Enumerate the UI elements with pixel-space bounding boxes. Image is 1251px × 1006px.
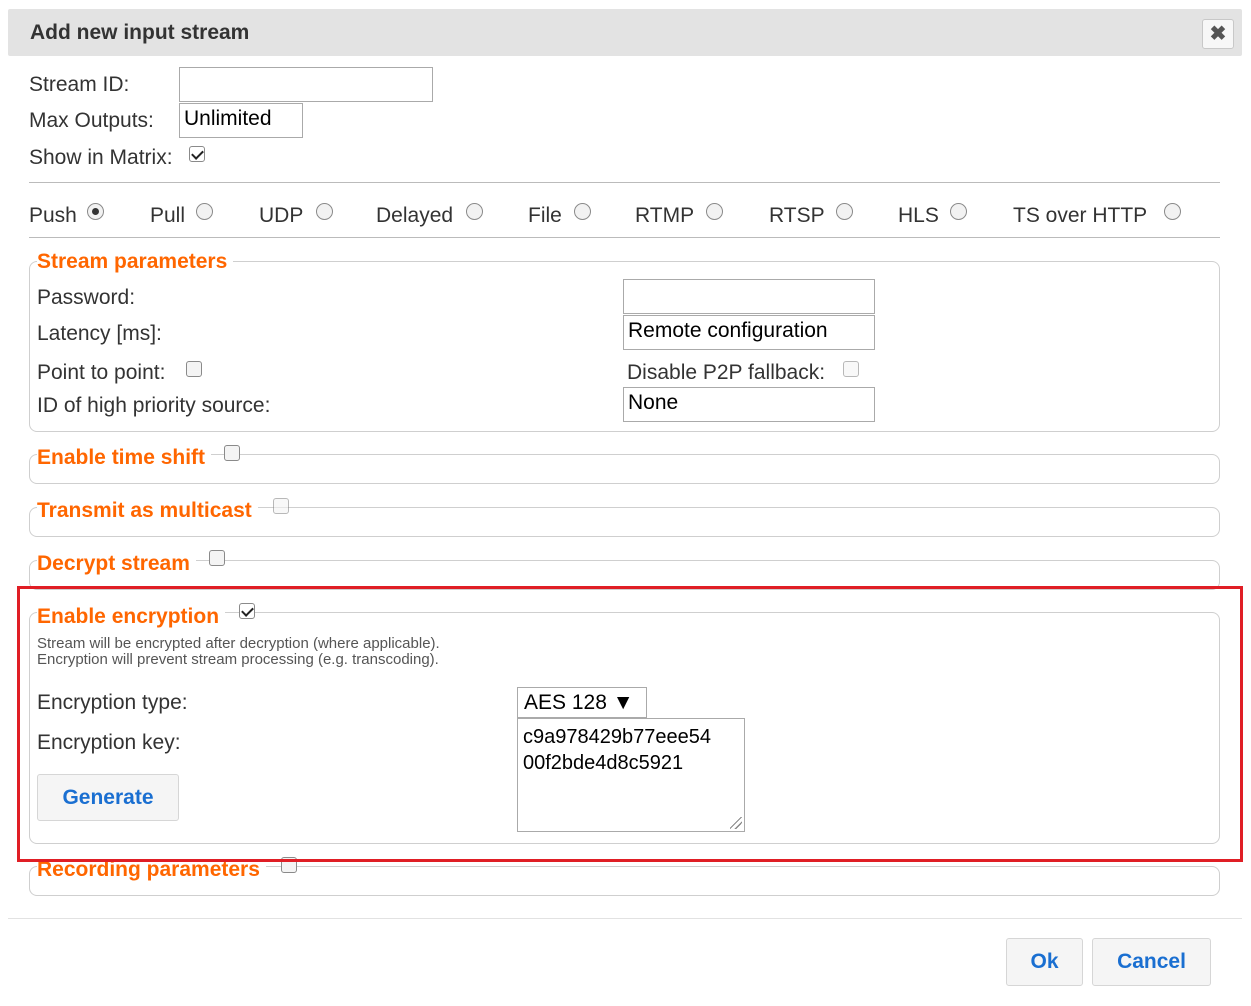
radio-ts-over-http[interactable] [1164,203,1181,220]
radio-rtsp-label: RTSP [769,204,825,227]
radio-rtmp-label: RTMP [635,204,695,227]
encryption-key-value: c9a978429b77eee54 00f2bde4d8c5921 [523,726,711,774]
point-to-point-checkbox[interactable] [186,361,202,377]
stream-id-input[interactable] [179,67,433,102]
point-to-point-label: Point to point: [37,361,166,384]
radio-push-label: Push [29,204,77,227]
disable-p2p-fallback-label: Disable P2P fallback: [627,361,826,384]
ok-button[interactable]: Ok [1006,938,1083,986]
encryption-checkbox[interactable] [239,603,255,619]
close-icon[interactable]: ✖ [1202,19,1234,49]
latency-input[interactable]: Remote configuration [623,315,875,350]
decrypt-checkbox[interactable] [209,550,225,566]
radio-hls-label: HLS [898,204,939,227]
stream-parameters-legend: Stream parameters [37,250,234,274]
dialog-titlebar: Add new input stream ✖ [8,9,1242,56]
max-outputs-input[interactable]: Unlimited [179,103,303,138]
radio-pull[interactable] [196,203,213,220]
encryption-type-select[interactable]: AES 128 ▼ [517,687,647,718]
encryption-note-line-2: Encryption will prevent stream processin… [37,651,439,668]
show-in-matrix-checkbox[interactable] [189,146,205,162]
password-label: Password: [37,286,136,309]
recording-checkbox[interactable] [281,857,297,873]
radio-delayed-label: Delayed [376,204,454,227]
radio-file[interactable] [574,203,591,220]
radio-delayed[interactable] [466,203,483,220]
time-shift-legend: Enable time shift [37,446,212,470]
radio-udp-label: UDP [259,204,304,227]
divider-top [29,182,1220,183]
password-input[interactable] [623,279,875,314]
footer-divider [8,918,1242,919]
disable-p2p-fallback-checkbox[interactable] [843,361,859,377]
cancel-button[interactable]: Cancel [1092,938,1211,986]
radio-rtmp[interactable] [706,203,723,220]
high-priority-source-input[interactable]: None [623,387,875,422]
encryption-type-label: Encryption type: [37,691,188,714]
encryption-note-line-1: Stream will be encrypted after decryptio… [37,635,440,652]
stream-id-label: Stream ID: [29,73,130,96]
radio-pull-label: Pull [150,204,186,227]
dialog-title: Add new input stream [30,21,250,44]
encryption-key-label: Encryption key: [37,731,181,754]
decrypt-fieldset [29,560,1220,590]
radio-rtsp[interactable] [836,203,853,220]
latency-label: Latency [ms]: [37,322,162,345]
resize-handle-icon[interactable] [730,817,742,829]
radio-ts-over-http-label: TS over HTTP [1013,204,1148,227]
encryption-legend: Enable encryption [37,605,226,629]
encryption-key-textarea[interactable]: c9a978429b77eee54 00f2bde4d8c5921 [517,718,745,832]
time-shift-checkbox[interactable] [224,445,240,461]
multicast-legend: Transmit as multicast [37,499,258,523]
decrypt-legend: Decrypt stream [37,552,196,576]
max-outputs-label: Max Outputs: [29,109,154,132]
radio-udp[interactable] [316,203,333,220]
high-priority-source-label: ID of high priority source: [37,394,271,417]
recording-legend: Recording parameters [37,858,266,882]
radio-push[interactable] [87,203,104,220]
radio-hls[interactable] [950,203,967,220]
radio-file-label: File [528,204,562,227]
show-in-matrix-label: Show in Matrix: [29,146,173,169]
generate-button[interactable]: Generate [37,774,179,821]
multicast-checkbox[interactable] [273,498,289,514]
divider-bottom [29,237,1220,238]
